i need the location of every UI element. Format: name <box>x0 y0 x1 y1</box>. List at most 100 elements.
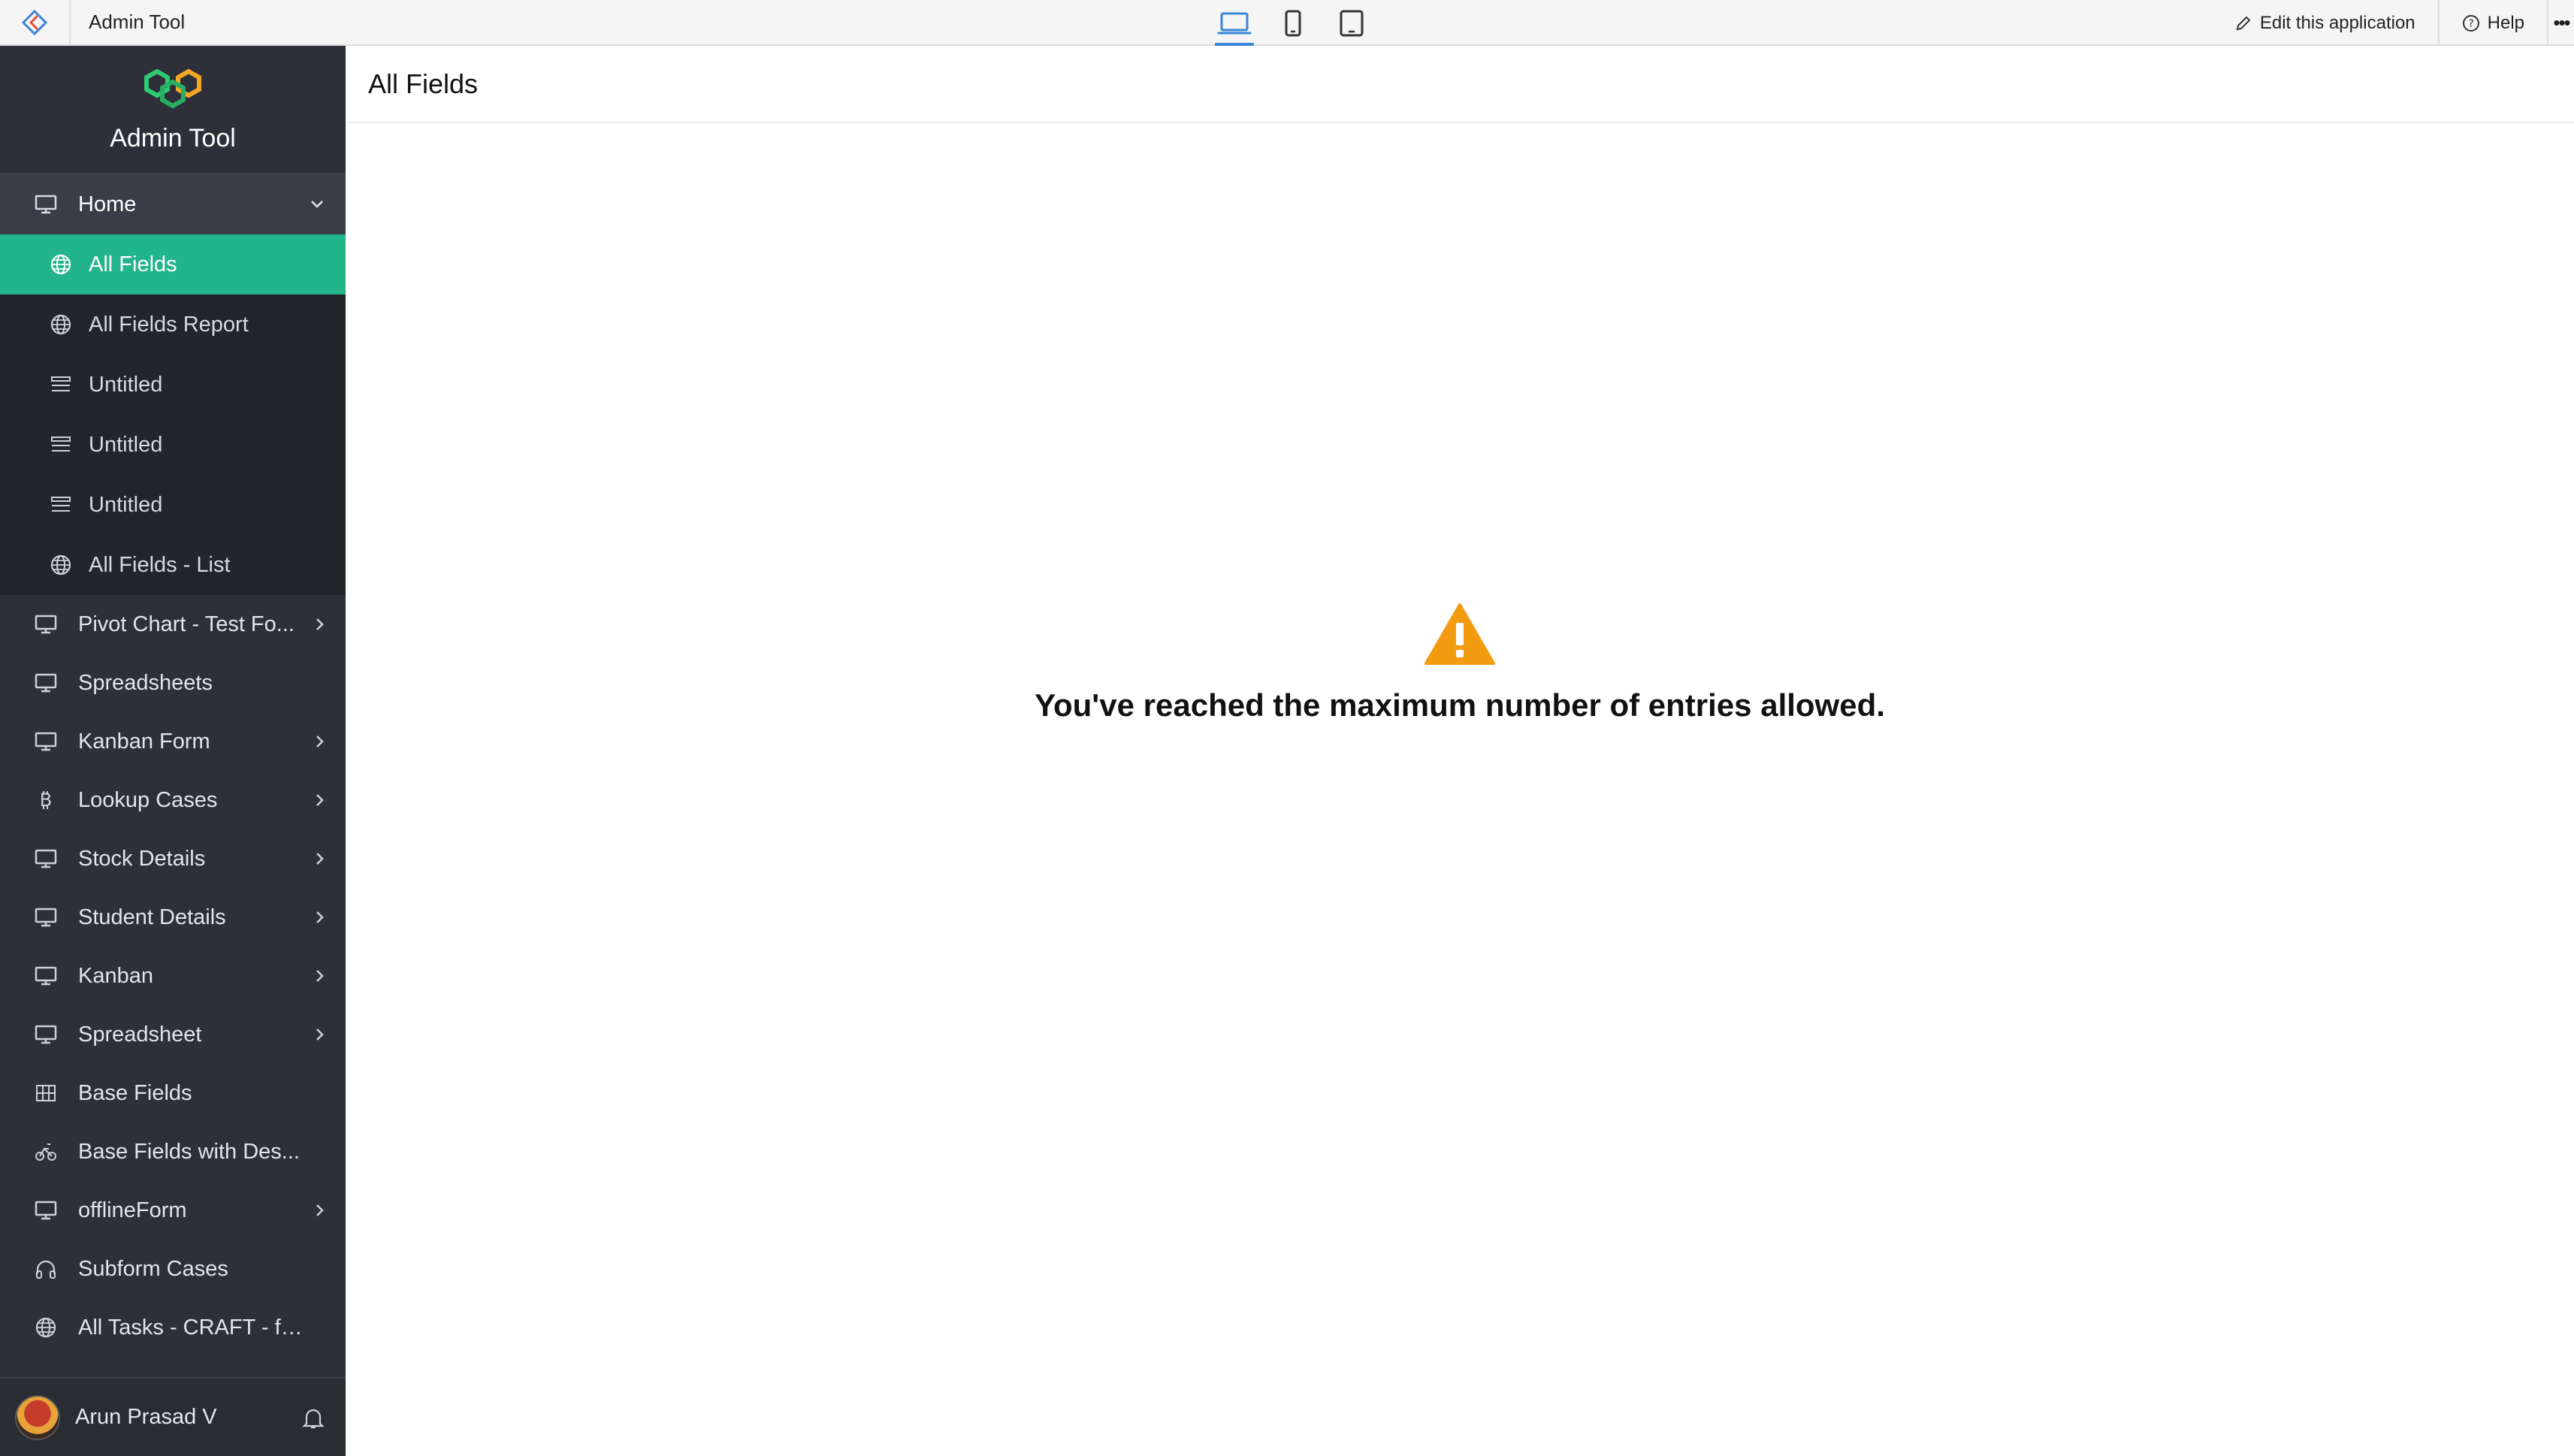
sidebar-subitem-all-fields-list[interactable]: All Fields - List <box>0 535 346 595</box>
top-actions: Edit this application ? Help ••• <box>2212 0 2574 46</box>
chevron-right-icon <box>314 617 325 632</box>
help-label: Help <box>2487 12 2524 33</box>
sidebar-item-offlineform[interactable]: offlineForm <box>0 1181 346 1240</box>
bitcoin-icon: B <box>33 787 59 813</box>
sidebar-subitem-all-fields-report[interactable]: All Fields Report <box>0 295 346 355</box>
sidebar-item-label: Student Details <box>78 905 226 929</box>
sidebar-item-label: Subform Cases <box>78 1256 228 1281</box>
sidebar-item-lookup-cases[interactable]: B Lookup Cases <box>0 771 346 829</box>
sidebar-item-home[interactable]: Home <box>0 174 346 234</box>
more-options-button[interactable]: ••• <box>2548 0 2574 46</box>
creator-logo-icon <box>21 9 48 35</box>
home-submenu: All Fields All Fields Report Untitled Un… <box>0 234 346 595</box>
app-name: Admin Tool <box>89 11 186 33</box>
list-icon <box>48 372 74 397</box>
top-bar: Admin Tool Edit this application ? Help … <box>0 0 2574 46</box>
chevron-down-icon <box>310 199 325 210</box>
sidebar-item-label: Pivot Chart - Test Fo... <box>78 612 295 636</box>
page-header: All Fields <box>346 46 2574 123</box>
sidebar-item-spreadsheet[interactable]: Spreadsheet <box>0 1005 346 1064</box>
sidebar-item-stock-details[interactable]: Stock Details <box>0 829 346 888</box>
chevron-right-icon <box>314 851 325 866</box>
tablet-view-button[interactable] <box>1331 0 1373 46</box>
grid-icon <box>33 1080 59 1106</box>
globe-icon <box>48 312 74 337</box>
monitor-icon <box>33 1022 59 1047</box>
edit-application-button[interactable]: Edit this application <box>2212 0 2440 46</box>
desktop-icon <box>1217 12 1252 34</box>
sidebar-item-label: Home <box>78 192 137 216</box>
monitor-icon <box>33 670 59 696</box>
user-name: Arun Prasad V <box>75 1405 217 1429</box>
monitor-icon <box>33 905 59 930</box>
sidebar-item-label: Base Fields with Des... <box>78 1139 300 1164</box>
chevron-right-icon <box>314 793 325 808</box>
chevron-right-icon <box>314 910 325 925</box>
sidebar-item-pivot-chart[interactable]: Pivot Chart - Test Fo... <box>0 595 346 654</box>
sidebar-item-label: Spreadsheets <box>78 670 213 695</box>
monitor-icon <box>33 192 59 217</box>
globe-icon <box>48 252 74 277</box>
headphones-icon <box>33 1256 59 1282</box>
sidebar-item-label: Base Fields <box>78 1080 192 1105</box>
sidebar-item-student-details[interactable]: Student Details <box>0 888 346 947</box>
avatar[interactable] <box>15 1394 60 1440</box>
chevron-right-icon <box>314 968 325 983</box>
sidebar-subitem-untitled-1[interactable]: Untitled <box>0 355 346 415</box>
sidebar-subitem-label: Untitled <box>89 372 163 397</box>
svg-text:?: ? <box>2468 18 2473 30</box>
sidebar-subitem-label: All Fields <box>89 252 177 276</box>
tablet-icon <box>1340 10 1364 36</box>
sidebar-subitem-label: All Fields Report <box>89 312 249 337</box>
desktop-view-button[interactable] <box>1213 0 1255 46</box>
app-logo-icon <box>144 68 201 109</box>
sidebar: Admin Tool Home All Fields All Fields Re… <box>0 46 346 1456</box>
chevron-right-icon <box>314 1027 325 1042</box>
sidebar-nav: Home All Fields All Fields Report Untitl… <box>0 174 346 1357</box>
sidebar-subitem-label: Untitled <box>89 492 163 517</box>
sidebar-item-base-fields[interactable]: Base Fields <box>0 1064 346 1122</box>
sidebar-item-subform-cases[interactable]: Subform Cases <box>0 1240 346 1298</box>
sidebar-item-label: Kanban <box>78 963 153 988</box>
mobile-icon <box>1285 10 1301 36</box>
bell-icon[interactable] <box>302 1406 325 1430</box>
sidebar-item-label: offlineForm <box>78 1198 187 1222</box>
creator-logo-button[interactable] <box>0 0 71 44</box>
sidebar-item-label: All Tasks - CRAFT - fo... <box>78 1315 304 1340</box>
warning-icon <box>1424 603 1495 665</box>
sidebar-subitem-label: Untitled <box>89 432 163 457</box>
limit-alert: You've reached the maximum number of ent… <box>346 602 2574 723</box>
sidebar-item-all-tasks-craft[interactable]: All Tasks - CRAFT - fo... <box>0 1298 346 1357</box>
device-switcher <box>1213 0 1373 46</box>
page-title: All Fields <box>368 68 479 99</box>
sidebar-subitem-untitled-3[interactable]: Untitled <box>0 475 346 535</box>
sidebar-subitem-untitled-2[interactable]: Untitled <box>0 415 346 475</box>
list-icon <box>48 432 74 458</box>
chevron-right-icon <box>314 1203 325 1218</box>
pencil-icon <box>2236 16 2251 30</box>
svg-text:B: B <box>40 790 52 811</box>
mobile-view-button[interactable] <box>1272 0 1314 46</box>
sidebar-item-spreadsheets[interactable]: Spreadsheets <box>0 654 346 712</box>
edit-application-label: Edit this application <box>2259 12 2415 33</box>
alert-message: You've reached the maximum number of ent… <box>1035 687 1885 723</box>
bike-icon <box>33 1139 59 1164</box>
monitor-icon <box>33 1198 59 1223</box>
monitor-icon <box>33 846 59 871</box>
sidebar-item-label: Lookup Cases <box>78 787 218 812</box>
sidebar-item-kanban[interactable]: Kanban <box>0 947 346 1005</box>
help-button[interactable]: ? Help <box>2440 0 2548 46</box>
sidebar-item-base-fields-with-des[interactable]: Base Fields with Des... <box>0 1122 346 1181</box>
sidebar-brand: Admin Tool <box>0 46 346 174</box>
globe-icon <box>33 1315 59 1340</box>
monitor-icon <box>33 729 59 754</box>
sidebar-item-label: Stock Details <box>78 846 206 871</box>
help-icon: ? <box>2462 14 2479 32</box>
globe-icon <box>48 552 74 578</box>
sidebar-subitem-all-fields[interactable]: All Fields <box>0 234 346 295</box>
sidebar-item-kanban-form[interactable]: Kanban Form <box>0 712 346 771</box>
main-content: All Fields You've reached the maximum nu… <box>346 46 2574 1456</box>
sidebar-subitem-label: All Fields - List <box>89 552 231 577</box>
monitor-icon <box>33 963 59 989</box>
sidebar-brand-name: Admin Tool <box>110 124 236 153</box>
